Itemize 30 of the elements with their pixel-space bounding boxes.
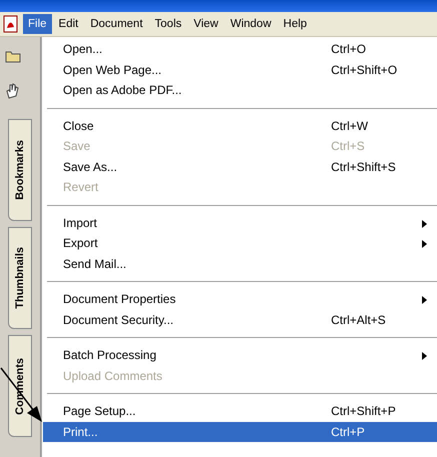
menu-item[interactable]: Send Mail... <box>43 254 437 274</box>
menu-title[interactable]: Edit <box>54 14 84 34</box>
submenu-arrow-icon <box>422 240 427 248</box>
folder-icon[interactable] <box>5 49 21 63</box>
side-tab[interactable]: Comments <box>8 335 32 437</box>
menu-title[interactable]: View <box>188 14 224 34</box>
menu-item[interactable]: Open Web Page... Ctrl+Shift+O <box>43 60 437 80</box>
menu-item[interactable]: Export <box>43 233 437 254</box>
menu-item[interactable]: Save As... Ctrl+Shift+S <box>43 156 437 177</box>
menu-item[interactable]: Import <box>43 212 437 233</box>
menu-title[interactable]: Help <box>278 14 312 34</box>
menu-item[interactable]: Document Properties <box>43 289 437 310</box>
menu-title[interactable]: Document <box>85 14 148 34</box>
menu-title[interactable]: Window <box>225 14 276 34</box>
menu-item[interactable]: Document Security... Ctrl+Alt+S <box>43 310 437 330</box>
document-icon <box>3 15 19 33</box>
menu-item[interactable]: Batch Processing <box>43 345 437 366</box>
menu-item[interactable]: Page Setup... Ctrl+Shift+P <box>43 401 437 422</box>
menu-item[interactable]: Open as Adobe PDF... <box>43 80 437 100</box>
menu-item[interactable]: Close Ctrl+W <box>43 116 437 136</box>
hand-icon[interactable] <box>5 83 19 99</box>
submenu-arrow-icon <box>422 352 427 360</box>
side-tab[interactable]: Thumbnails <box>8 227 32 329</box>
menu-title[interactable]: File <box>23 14 52 34</box>
menu-item[interactable]: Print... Ctrl+P <box>43 422 437 442</box>
menu-item[interactable]: Open... Ctrl+O <box>43 39 437 60</box>
submenu-arrow-icon <box>422 296 427 304</box>
menu-title[interactable]: Tools <box>150 14 187 34</box>
side-tab[interactable]: Bookmarks <box>8 119 32 221</box>
submenu-arrow-icon <box>422 220 427 228</box>
